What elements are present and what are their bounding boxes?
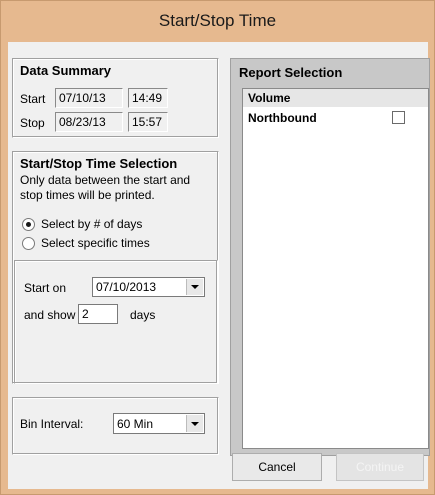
report-list: Volume Northbound [242,88,429,449]
dialog-client: Data Summary Start 07/10/13 14:49 Stop 0… [8,42,430,489]
days-options-panel: Start on 07/10/2013 and show 2 days [14,260,218,384]
report-header-volume: Volume [243,89,428,107]
time-selection-title: Start/Stop Time Selection [20,156,178,171]
radio-specific-label: Select specific times [41,236,150,250]
report-selection-panel: Report Selection Volume Northbound [230,58,430,456]
data-summary-group: Data Summary Start 07/10/13 14:49 Stop 0… [12,58,219,138]
title-bar[interactable]: Start/Stop Time [1,1,434,41]
time-selection-note: Only data between the start and stop tim… [20,173,191,202]
report-selection-title: Report Selection [239,65,343,80]
stop-time-value: 15:57 [128,112,168,132]
start-label: Start [20,92,46,106]
data-summary-title: Data Summary [20,63,112,78]
start-date-value: 07/10/13 [55,88,123,108]
cancel-button[interactable]: Cancel [232,453,322,481]
chevron-down-icon [191,421,199,426]
radio-days-label: Select by # of days [41,217,143,231]
dialog-window: Start/Stop Time Data Summary Start 07/10… [0,0,435,495]
continue-button[interactable]: Continue [336,453,424,481]
bin-interval-label: Bin Interval: [20,417,84,431]
window-title: Start/Stop Time [158,11,277,30]
stop-label: Stop [20,116,45,130]
start-on-dropdown-button[interactable] [186,279,203,295]
start-on-dropdown[interactable]: 07/10/2013 [92,277,205,297]
start-on-value: 07/10/2013 [96,280,157,294]
show-days-input[interactable]: 2 [78,304,118,324]
days-label: days [130,308,156,322]
radio-dot-days[interactable] [22,217,35,231]
chevron-down-icon [191,285,199,289]
bin-interval-group: Bin Interval: 60 Min [12,397,219,455]
show-label: and show [24,308,76,322]
bin-interval-dropdown[interactable]: 60 Min [113,413,205,434]
northbound-checkbox[interactable] [392,111,405,124]
bin-interval-value: 60 Min [117,417,154,431]
start-on-label: Start on [24,281,67,295]
bin-interval-dropdown-button[interactable] [186,415,203,432]
radio-select-by-days[interactable]: Select by # of days [22,217,142,231]
radio-select-specific-times[interactable]: Select specific times [22,236,150,250]
stop-date-value: 08/23/13 [55,112,123,132]
time-selection-group: Start/Stop Time Selection Only data betw… [12,151,219,384]
start-time-value: 14:49 [128,88,168,108]
radio-dot-specific[interactable] [22,236,35,250]
